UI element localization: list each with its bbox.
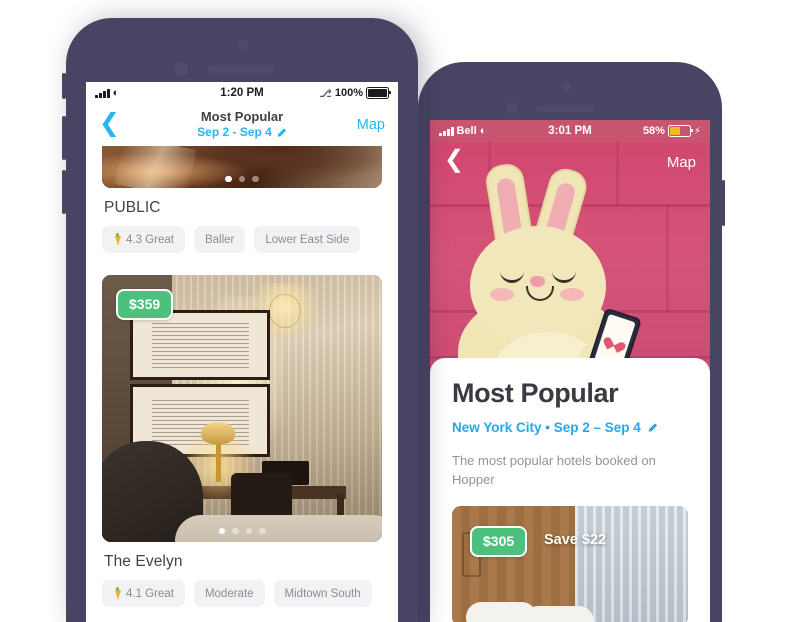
- price-badge-evelyn: $359: [116, 289, 174, 320]
- earpiece-speaker: [208, 65, 274, 73]
- trip-summary-label: New York City • Sep 2 – Sep 4: [452, 420, 641, 435]
- carrot-icon: [113, 587, 122, 600]
- signal-bars-icon: [439, 126, 454, 136]
- hero-illustration-area: ❮ Map: [430, 142, 710, 392]
- wifi-icon: ◐: [479, 124, 487, 137]
- tag-rating[interactable]: 4.3 Great: [102, 226, 185, 253]
- phone-left-device: ◐ 1:20 PM ⎇ 100% ❮ Most Popular Sep 2 - …: [62, 18, 418, 622]
- battery-percent-right: 58%: [642, 125, 665, 137]
- battery-full-icon: [366, 87, 392, 99]
- proximity-sensor-icon: [174, 62, 188, 76]
- map-button-left[interactable]: Map: [357, 117, 385, 133]
- hotel-photo-public[interactable]: [102, 146, 382, 188]
- chevron-left-icon[interactable]: ❮: [99, 110, 120, 136]
- wifi-icon: ◐: [112, 86, 120, 99]
- phone-right-device: Bell ◐ 3:01 PM 58% ⚡ ❮ Map Most Popular …: [418, 62, 725, 622]
- hotel-photo-evelyn[interactable]: $359: [102, 275, 382, 542]
- sheet-description: The most popular hotels booked on Hopper: [452, 453, 656, 487]
- hero-nav-bar: ❮ Map: [430, 142, 710, 182]
- featured-hotel-photo[interactable]: $305 Save $22: [452, 506, 688, 622]
- map-button-right[interactable]: Map: [667, 154, 696, 171]
- hotel-tags-public: 4.3 Great Baller Lower East Side: [102, 226, 382, 253]
- nav-bar-left: ❮ Most Popular Sep 2 - Sep 4 Map: [86, 104, 398, 146]
- tag-rating[interactable]: 4.1 Great: [102, 580, 185, 607]
- save-label: Save $22: [544, 532, 607, 548]
- page-title-right: Most Popular: [452, 378, 619, 408]
- silent-switch[interactable]: [62, 73, 66, 99]
- tag-label: 4.1 Great: [126, 587, 174, 600]
- date-range-left[interactable]: Sep 2 - Sep 4: [86, 125, 398, 141]
- status-bar-left: ◐ 1:20 PM ⎇ 100%: [86, 82, 398, 104]
- date-range-label: Sep 2 - Sep 4: [197, 124, 272, 139]
- page-title-left: Most Popular: [200, 108, 284, 124]
- phone-left-screen: ◐ 1:20 PM ⎇ 100% ❮ Most Popular Sep 2 - …: [86, 82, 398, 622]
- carrier-label: Bell: [456, 125, 477, 137]
- tag-price-tier[interactable]: Baller: [193, 226, 246, 253]
- phone-right-screen: Bell ◐ 3:01 PM 58% ⚡ ❮ Map Most Popular …: [430, 120, 710, 622]
- tag-neighborhood[interactable]: Midtown South: [273, 580, 372, 607]
- proximity-sensor-icon: [506, 102, 518, 114]
- front-camera-icon: [562, 82, 571, 91]
- bunny-blush-left: [490, 288, 514, 301]
- power-button[interactable]: [722, 180, 725, 226]
- hotel-card-evelyn[interactable]: $359 The Evelyn 4.1 Great Moderate Midto…: [86, 275, 398, 607]
- screenshot-canvas: Bell ◐ 3:01 PM 58% ⚡ ❮ Map Most Popular …: [0, 0, 800, 622]
- chevron-left-icon[interactable]: ❮: [444, 148, 464, 172]
- hotel-name-evelyn: The Evelyn: [104, 553, 183, 570]
- price-badge-right: $305: [470, 526, 528, 557]
- tag-neighborhood[interactable]: Lower East Side: [254, 226, 361, 253]
- tag-price-tier[interactable]: Moderate: [193, 580, 265, 607]
- hotel-card-public[interactable]: PUBLIC 4.3 Great Baller Lower East Side: [86, 146, 398, 253]
- trip-summary-right[interactable]: New York City • Sep 2 – Sep 4: [452, 420, 688, 435]
- lightning-bolt-icon: ⚡: [693, 125, 701, 137]
- hotel-photo-artwork: [452, 506, 688, 622]
- bluetooth-icon: ⎇: [319, 87, 332, 100]
- hotel-tags-evelyn: 4.1 Great Moderate Midtown South: [102, 580, 382, 607]
- carrot-icon: [113, 233, 122, 246]
- battery-percent-left: 100%: [334, 87, 363, 99]
- earpiece-speaker: [536, 105, 594, 112]
- pencil-icon[interactable]: [647, 423, 658, 434]
- battery-low-charging-icon: [667, 125, 694, 137]
- volume-down-button[interactable]: [62, 170, 66, 214]
- front-camera-icon: [238, 40, 248, 50]
- pencil-icon[interactable]: [276, 127, 287, 138]
- hotel-list[interactable]: PUBLIC 4.3 Great Baller Lower East Side: [86, 146, 398, 622]
- hotel-name-public: PUBLIC: [104, 199, 161, 216]
- status-bar-right: Bell ◐ 3:01 PM 58% ⚡: [430, 120, 710, 142]
- carousel-dots-evelyn[interactable]: [102, 527, 382, 534]
- carousel-dots-public[interactable]: [102, 175, 382, 182]
- tag-label: 4.3 Great: [126, 233, 174, 246]
- bunny-blush-right: [560, 288, 584, 301]
- signal-bars-icon: [95, 88, 110, 98]
- nav-title-group: Most Popular Sep 2 - Sep 4: [86, 108, 398, 141]
- heart-icon: [606, 333, 623, 350]
- volume-up-button[interactable]: [62, 116, 66, 160]
